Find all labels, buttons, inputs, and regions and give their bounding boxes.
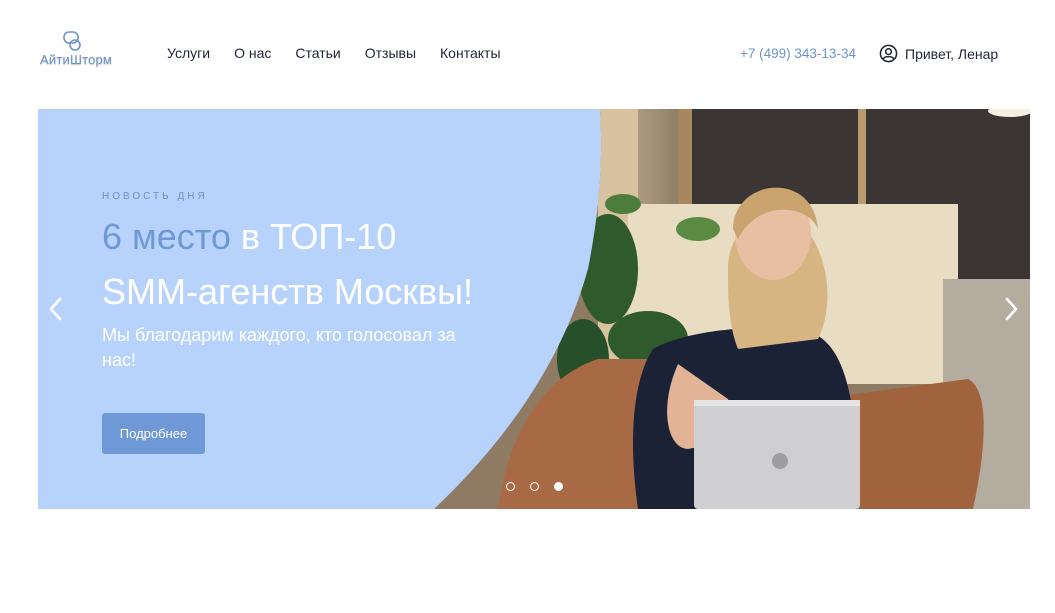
user-circle-icon [879, 44, 898, 63]
hero-eyebrow: Новость дня [102, 191, 208, 202]
main-nav: Услуги О нас Статьи Отзывы Контакты [167, 45, 501, 61]
slider-next-button[interactable] [1001, 295, 1021, 323]
nav-item-services[interactable]: Услуги [167, 45, 210, 61]
user-greeting: Привет, Ленар [905, 45, 999, 62]
slider-dots [506, 482, 563, 491]
hero-title-line2: SMM-агенств Москвы! [102, 271, 474, 312]
nav-item-articles[interactable]: Статьи [295, 45, 340, 61]
hero-slider: Новость дня 6 место в ТОП-10 SMM-агенств… [38, 109, 1030, 509]
hero-title-accent: 6 место [102, 216, 231, 257]
hero-subtitle: Мы благодарим каждого, кто голосовал за … [102, 325, 456, 370]
logo-text: АйтиШторм [40, 52, 113, 67]
nav-item-about[interactable]: О нас [234, 45, 271, 61]
slider-dot-1[interactable] [506, 482, 515, 491]
user-menu[interactable]: Привет, Ленар [879, 44, 998, 63]
logo[interactable]: АйтиШторм [40, 30, 113, 72]
more-button[interactable]: Подробнее [102, 413, 205, 454]
hero-title-rest: в ТОП-10 [230, 216, 397, 257]
site-header: АйтиШторм Услуги О нас Статьи Отзывы Кон… [0, 0, 1055, 108]
phone-link[interactable]: +7 (499) 343-13-34 [740, 46, 856, 61]
slider-prev-button[interactable] [46, 295, 66, 323]
nav-item-reviews[interactable]: Отзывы [365, 45, 416, 61]
chevron-left-icon [49, 297, 62, 321]
slider-dot-2[interactable] [530, 482, 539, 491]
chat-bubbles-icon [63, 31, 81, 51]
slider-dot-3[interactable] [554, 482, 563, 491]
nav-item-contacts[interactable]: Контакты [440, 45, 500, 61]
hero-title: 6 место в ТОП-10 SMM-агенств Москвы! [102, 209, 562, 319]
chevron-right-icon [1005, 297, 1018, 321]
